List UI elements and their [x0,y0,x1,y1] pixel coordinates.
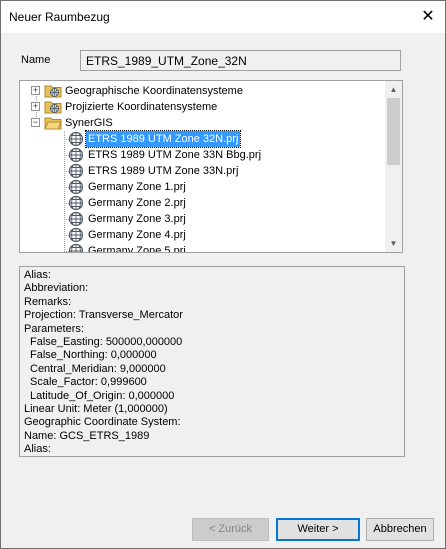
scroll-up-icon[interactable]: ▲ [385,81,402,98]
tree-folder-label: Projizierte Koordinatensysteme [65,101,218,113]
name-label: Name [21,54,51,66]
close-icon[interactable]: ✕ [411,1,445,33]
globe-icon [68,211,84,227]
tree-file-label: Germany Zone 3.prj [88,213,186,225]
tree-file-item[interactable]: Germany Zone 3.prj [60,211,380,227]
detail-line: Alias: [24,269,51,281]
detail-line: Projection: Transverse_Mercator [24,309,183,322]
scroll-down-icon[interactable]: ▼ [385,235,402,252]
tree-file-label: ETRS 1989 UTM Zone 32N.prj [84,130,242,148]
tree-file-item[interactable]: Germany Zone 2.prj [60,195,380,211]
detail-line: Parameters: [24,322,84,335]
expand-icon[interactable]: + [31,102,40,111]
tree-file-label: ETRS 1989 UTM Zone 33N Bbg.prj [88,149,262,161]
tree-file-item[interactable]: Germany Zone 4.prj [60,227,380,243]
globe-icon [68,243,84,252]
next-button[interactable]: Weiter > [276,518,360,541]
tree-file-label: Germany Zone 1.prj [88,181,186,193]
detail-line: False_Northing: 0,000000 [30,349,157,362]
details-panel: Alias: Abbreviation: Remarks: Projection: T… [19,266,405,457]
coordinate-system-tree[interactable]: + Geographische Koordinatensysteme + Projiz… [19,80,403,253]
scroll-thumb[interactable] [387,98,400,165]
folder-open-icon [44,116,62,130]
detail-line: Remarks: [24,295,72,308]
tree-file-item[interactable]: ETRS 1989 UTM Zone 33N.prj [60,163,380,179]
detail-line: Alias: [24,443,51,456]
globe-folder-icon [44,84,62,98]
tree-scrollbar[interactable]: ▲ ▼ [385,81,402,252]
expand-icon[interactable]: + [31,86,40,95]
detail-line: False_Easting: 500000,000000 [30,336,183,349]
dialog-window: Neuer Raumbezug ✕ Name ETRS_1989_UTM_Zon… [0,0,446,549]
globe-icon [68,179,84,195]
detail-line: Linear Unit: Meter (1,000000) [24,403,168,416]
globe-icon [68,195,84,211]
detail-line: Geographic Coordinate System: [24,416,181,429]
tree-folder-label: SynerGIS [65,117,113,129]
detail-line: Abbreviation: [24,282,89,295]
tree-folder-item[interactable]: − SynerGIS [31,115,371,131]
detail-line: Scale_Factor: 0,999600 [30,376,147,389]
globe-icon [68,147,84,163]
cancel-button[interactable]: Abbrechen [366,518,434,541]
globe-icon [68,131,84,147]
tree-file-label: Germany Zone 4.prj [88,229,186,241]
tree-file-label: ETRS 1989 UTM Zone 33N.prj [88,165,239,177]
tree-file-item[interactable]: Germany Zone 1.prj [60,179,380,195]
tree-file-item[interactable]: Germany Zone 5.prj [60,243,380,253]
tree-file-item[interactable]: ETRS 1989 UTM Zone 32N.prj [60,130,380,148]
globe-icon [68,163,84,179]
detail-line: Central_Meridian: 9,000000 [30,362,166,375]
tree-folder-label: Geographische Koordinatensysteme [65,85,243,97]
globe-icon [68,227,84,243]
detail-line: Name: GCS_ETRS_1989 [24,429,150,442]
tree-file-item[interactable]: ETRS 1989 UTM Zone 33N Bbg.prj [60,147,380,163]
dialog-title: Neuer Raumbezug [9,10,110,24]
tree-folder-item[interactable]: + Geographische Koordinatensysteme [31,83,371,99]
collapse-icon[interactable]: − [31,118,40,127]
tree-file-label: Germany Zone 5.prj [88,245,186,253]
name-field[interactable]: ETRS_1989_UTM_Zone_32N [80,50,401,71]
tree-file-label: Germany Zone 2.prj [88,197,186,209]
back-button[interactable]: < Zurück [192,518,269,541]
tree-content: + Geographische Koordinatensysteme + Projiz… [20,81,387,252]
detail-line: Latitude_Of_Origin: 0,000000 [30,389,175,402]
globe-folder-icon [44,100,62,114]
tree-folder-item[interactable]: + Projizierte Koordinatensysteme [31,99,371,115]
title-bar: Neuer Raumbezug ✕ [1,1,445,33]
